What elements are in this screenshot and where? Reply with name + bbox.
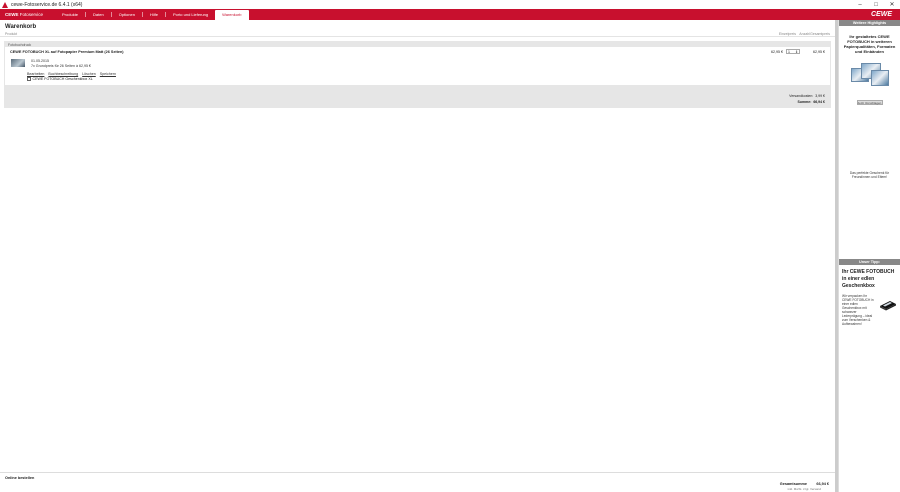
item-actions: Bearbeiten Buchbeschreibung Löschen Spei… (27, 72, 116, 76)
promo-title: Ihr gestaltetes CEWE FOTOBUCH in weitere… (843, 34, 896, 54)
col-qty: Anzahl (799, 31, 810, 36)
tab-hilfe[interactable]: Hilfe (143, 12, 165, 20)
sum-value: 66,94 € (813, 100, 825, 104)
total-price: 62,95 € (813, 50, 825, 54)
maximize-button[interactable]: □ (868, 2, 884, 8)
shipping-label: Versandkosten: (789, 94, 814, 98)
stepper-arrows-icon[interactable]: ⇕ (795, 50, 798, 54)
cewe-logo: CEWE (871, 11, 892, 18)
description-link[interactable]: Buchbeschreibung (48, 72, 78, 76)
cart-totals: Versandkosten: 3,99 € Summe: 66,94 € (789, 93, 825, 105)
app-icon (2, 1, 8, 8)
col-unit-price: Einzelpreis (778, 31, 796, 36)
status-bar: Online bestellen Gesamtsumme 66,94 € ink… (0, 472, 835, 492)
photobook-promo-image (849, 60, 891, 90)
cart-panel: Warenkorb Produkt Einzelpreis Anzahl Ges… (0, 20, 835, 472)
shipping-value: 3,99 € (815, 94, 825, 98)
col-total: Gesamtpreis (810, 31, 830, 36)
promo-note: Das perfekte Geschenk für Freundinnen un… (849, 171, 890, 179)
gift-box-option[interactable]: CEWE FOTOBUCH Geschenkbox XL (27, 77, 93, 81)
item-pages: 7x Grundpreis für 26 Seiten à 62,95 € (31, 64, 91, 68)
tab-produkte[interactable]: Produkte (55, 12, 85, 20)
item-name: CEWE FOTOBUCH XL auf Fotopapier Premium … (10, 50, 124, 54)
window-title: cewe-Fotoservice.de 6.4.1 (x64) (11, 1, 83, 8)
tab-porto[interactable]: Porto und Lieferung (166, 12, 215, 20)
cart-item: CEWE FOTOBUCH XL auf Fotopapier Premium … (5, 47, 830, 85)
col-product: Produkt (5, 31, 18, 36)
page-title: Warenkorb (5, 24, 37, 30)
item-meta: 01.05.2015 7x Grundpreis für 26 Seiten à… (31, 59, 91, 69)
tab-optionen[interactable]: Optionen (112, 12, 142, 20)
tip-title: Ihr CEWE FOTOBUCH in einer edlen Geschen… (842, 269, 895, 289)
close-button[interactable]: ✕ (884, 1, 900, 8)
grand-total-note: inkl. MwSt. zzgl. Versand (787, 487, 821, 491)
column-headers: Produkt Einzelpreis Anzahl Gesamtpreis (0, 31, 835, 37)
sidebar-tip-header: Unser Tipp: (839, 259, 900, 265)
unit-price: 62,95 € (771, 50, 783, 54)
tip-text: Wir verpacken Ihr CEWE FOTOBUCH in einer… (842, 294, 874, 326)
delete-link[interactable]: Löschen (82, 72, 96, 76)
grand-total-value: 66,94 € (816, 482, 829, 486)
menu-bar: CEWE Fotoservice Produkte Daten Optionen… (0, 9, 900, 20)
cart-group: Fotobuchdruck CEWE FOTOBUCH XL auf Fotop… (4, 41, 831, 108)
promo-button[interactable]: Jetzt Vorschlagen (856, 100, 883, 105)
quantity-stepper[interactable]: 1 ⇕ (786, 49, 800, 54)
tab-daten[interactable]: Daten (86, 12, 111, 20)
quantity-value: 1 (788, 49, 790, 54)
gift-box-image (880, 301, 896, 311)
gift-box-label: CEWE FOTOBUCH Geschenkbox XL (32, 77, 93, 81)
window-titlebar: cewe-Fotoservice.de 6.4.1 (x64) – □ ✕ (0, 0, 900, 9)
item-thumbnail (11, 59, 25, 67)
order-online-button[interactable]: Online bestellen (5, 476, 34, 480)
brand-label: CEWE Fotoservice (5, 12, 44, 17)
edit-link[interactable]: Bearbeiten (27, 72, 44, 76)
save-link[interactable]: Speichern (100, 72, 116, 76)
sum-label: Summe: (797, 100, 812, 104)
minimize-button[interactable]: – (852, 2, 868, 8)
grand-total-label: Gesamtsumme (779, 482, 807, 486)
gift-box-checkbox[interactable] (27, 77, 31, 81)
sidebar: Weitere Highlights Ihr gestaltetes CEWE … (838, 20, 900, 492)
tab-warenkorb[interactable]: Warenkorb (215, 10, 249, 20)
